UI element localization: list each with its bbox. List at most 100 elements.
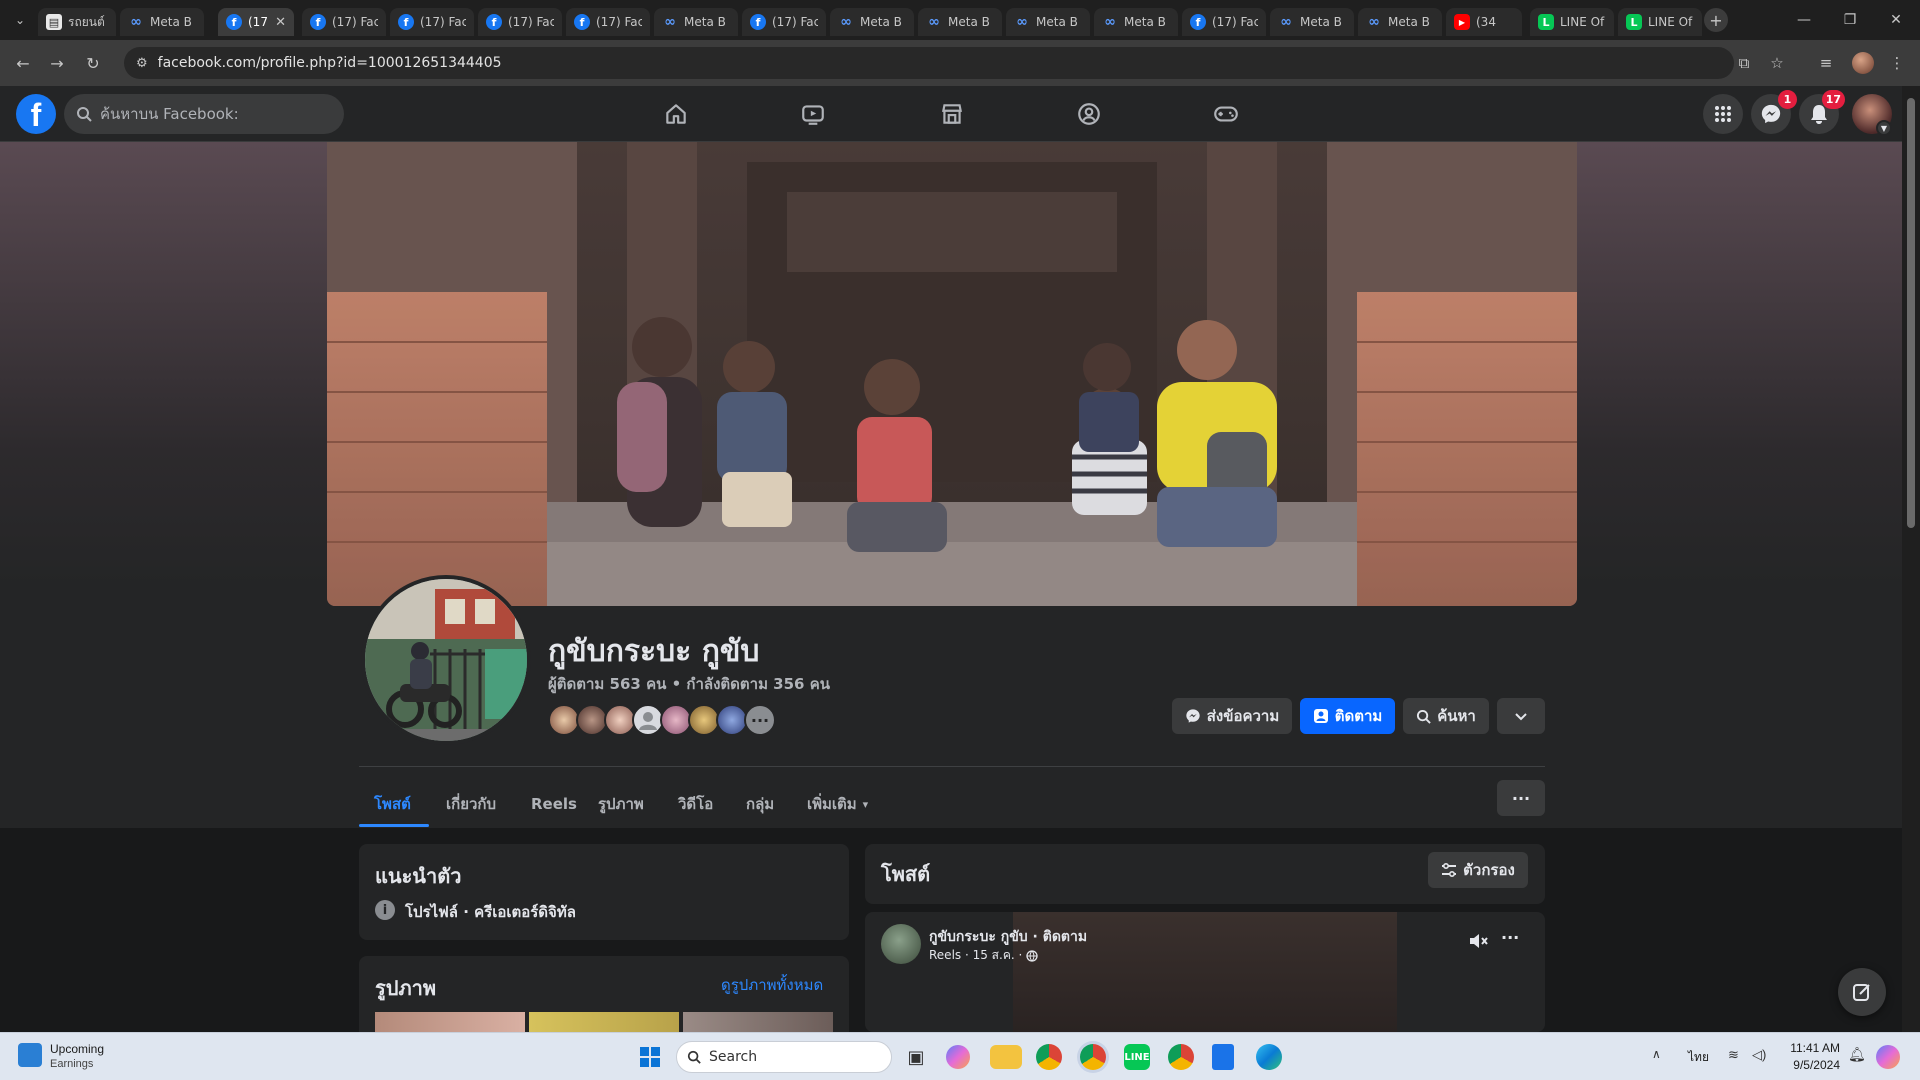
tab-posts[interactable]: โพสต์	[374, 780, 411, 828]
message-button[interactable]: ส่งข้อความ	[1172, 698, 1292, 734]
notepad-icon[interactable]	[1212, 1044, 1234, 1070]
scrollbar-thumb[interactable]	[1907, 98, 1915, 528]
browser-tab[interactable]: ∞ Meta B	[1358, 8, 1442, 36]
line-app-icon[interactable]: LINE	[1124, 1044, 1150, 1070]
browser-profile-avatar[interactable]	[1852, 52, 1874, 74]
browser-tab[interactable]: f (17) Fac	[566, 8, 650, 36]
wifi-icon[interactable]: ≋	[1728, 1047, 1739, 1063]
search-input[interactable]	[100, 105, 300, 123]
photo-thumbnail[interactable]	[683, 1012, 833, 1032]
cover-photo[interactable]	[327, 142, 1577, 606]
site-info-icon[interactable]: ⚙	[136, 56, 148, 71]
notifications-button[interactable]: 17	[1799, 90, 1845, 134]
browser-menu-icon[interactable]: ⋮	[1886, 52, 1908, 74]
post-options-icon[interactable]: ···	[1501, 928, 1519, 947]
clock-time[interactable]: 11:41 AM	[1784, 1041, 1840, 1055]
messenger-button[interactable]: 1	[1751, 90, 1797, 134]
forward-arrow-icon[interactable]: →	[44, 50, 70, 76]
install-app-icon[interactable]: ⧉	[1733, 52, 1755, 74]
profile-picture[interactable]	[361, 575, 531, 745]
nav-home[interactable]	[616, 86, 736, 142]
browser-tab[interactable]: L LINE Of	[1618, 8, 1702, 36]
minimize-button[interactable]: —	[1784, 8, 1824, 32]
tab-search-chevron-icon[interactable]: ⌄	[8, 8, 32, 32]
nav-marketplace[interactable]	[892, 86, 1012, 142]
mute-button[interactable]	[1467, 930, 1491, 954]
chevron-up-icon[interactable]: ∧	[1652, 1047, 1661, 1061]
profile-search-button[interactable]: ค้นหา	[1403, 698, 1489, 734]
browser-tab[interactable]: ∞ Meta B	[654, 8, 738, 36]
browser-tab[interactable]: ▤ รถยนต์	[38, 8, 116, 36]
browser-tab[interactable]: L LINE Of	[1530, 8, 1614, 36]
post-author[interactable]: กูขับกระบะ กูขับ · ติดตาม	[929, 926, 1087, 948]
browser-tab[interactable]: f (17) Fac	[478, 8, 562, 36]
menu-grid-button[interactable]	[1703, 94, 1743, 134]
chrome-profile-icon[interactable]	[1168, 1044, 1194, 1070]
see-all-photos-link[interactable]: ดูรูปภาพทั้งหมด	[721, 973, 823, 997]
page-scrollbar[interactable]	[1902, 86, 1920, 1032]
copilot-icon[interactable]	[946, 1045, 970, 1069]
profile-follow-stats[interactable]: ผู้ติดตาม 563 คน • กำลังติดตาม 356 คน	[548, 672, 830, 696]
omnibox[interactable]: ⚙ facebook.com/profile.php?id=1000126513…	[124, 47, 1734, 79]
clock-date[interactable]: 9/5/2024	[1784, 1058, 1840, 1072]
browser-tab[interactable]: f (17) Fac	[1182, 8, 1266, 36]
copilot-tray-icon[interactable]	[1876, 1045, 1900, 1069]
photo-thumbnail[interactable]	[529, 1012, 679, 1032]
browser-tab[interactable]: ∞ Meta B	[830, 8, 914, 36]
nav-groups[interactable]	[1029, 86, 1149, 142]
new-message-button[interactable]	[1838, 968, 1886, 1016]
facebook-search[interactable]	[64, 94, 344, 134]
line-favicon-icon: L	[1626, 14, 1642, 30]
tab-reels[interactable]: Reels	[531, 780, 577, 828]
photo-thumbnail[interactable]	[375, 1012, 525, 1032]
taskbar-search[interactable]: Search	[676, 1041, 892, 1073]
browser-tab[interactable]: ∞ Meta B	[918, 8, 1002, 36]
tab-about[interactable]: เกี่ยวกับ	[446, 780, 496, 828]
reload-icon[interactable]: ↻	[80, 50, 106, 76]
nav-gaming[interactable]	[1166, 86, 1286, 142]
profile-options-button[interactable]: ···	[1497, 780, 1545, 816]
tab-videos[interactable]: วิดีโอ	[678, 780, 713, 828]
widget-title[interactable]: Upcoming	[50, 1042, 104, 1056]
volume-icon[interactable]: ◁)	[1752, 1047, 1766, 1063]
more-followers-icon[interactable]: ···	[744, 704, 776, 736]
profile-more-dropdown[interactable]	[1497, 698, 1545, 734]
widgets-chart-icon[interactable]	[18, 1043, 42, 1067]
url-text[interactable]: facebook.com/profile.php?id=100012651344…	[158, 55, 502, 71]
tab-groups[interactable]: กลุ่ม	[746, 780, 774, 828]
yt-favicon-icon: ▶	[1454, 14, 1470, 30]
nav-video[interactable]	[753, 86, 873, 142]
file-explorer-icon[interactable]	[990, 1045, 1022, 1069]
input-language[interactable]: ไทย	[1688, 1048, 1709, 1067]
browser-tab[interactable]: ∞ Meta B	[1270, 8, 1354, 36]
new-tab-button[interactable]: +	[1704, 8, 1728, 32]
browser-tab[interactable]: f (17) Fac	[302, 8, 386, 36]
restore-button[interactable]: ❐	[1830, 8, 1870, 32]
close-tab-icon[interactable]: ✕	[275, 15, 286, 30]
windows-start-icon[interactable]	[634, 1041, 666, 1073]
line-favicon-icon: L	[1538, 14, 1554, 30]
edge-icon[interactable]	[1256, 1044, 1282, 1070]
notification-bell-icon[interactable]: 🔔︎	[1848, 1046, 1866, 1063]
browser-tab[interactable]: f (17) Fac	[742, 8, 826, 36]
chrome-active-icon[interactable]	[1080, 1044, 1106, 1070]
browser-tab[interactable]: ▶ (34	[1446, 8, 1522, 36]
posts-filter-button[interactable]: ตัวกรอง	[1428, 852, 1528, 888]
bookmark-star-icon[interactable]: ☆	[1766, 52, 1788, 74]
post-author-avatar[interactable]	[881, 924, 921, 964]
back-arrow-icon[interactable]: ←	[10, 50, 36, 76]
browser-tab[interactable]: ∞ Meta B	[1006, 8, 1090, 36]
media-controls-icon[interactable]: ≡	[1815, 52, 1837, 74]
close-window-button[interactable]: ✕	[1876, 8, 1916, 32]
browser-tab[interactable]: ∞ Meta B	[120, 8, 204, 36]
tab-more[interactable]: เพิ่มเติม ▾	[807, 780, 868, 828]
follow-button[interactable]: ติดตาม	[1300, 698, 1395, 734]
account-chevron-down-icon[interactable]: ▼	[1876, 120, 1892, 136]
chrome-icon[interactable]	[1036, 1044, 1062, 1070]
facebook-logo[interactable]: f	[16, 94, 56, 134]
browser-tab[interactable]: f (17 ✕	[218, 8, 294, 36]
task-view-icon[interactable]: ▣	[900, 1041, 932, 1073]
browser-tab[interactable]: f (17) Fac	[390, 8, 474, 36]
tab-photos[interactable]: รูปภาพ	[598, 780, 644, 828]
browser-tab[interactable]: ∞ Meta B	[1094, 8, 1178, 36]
